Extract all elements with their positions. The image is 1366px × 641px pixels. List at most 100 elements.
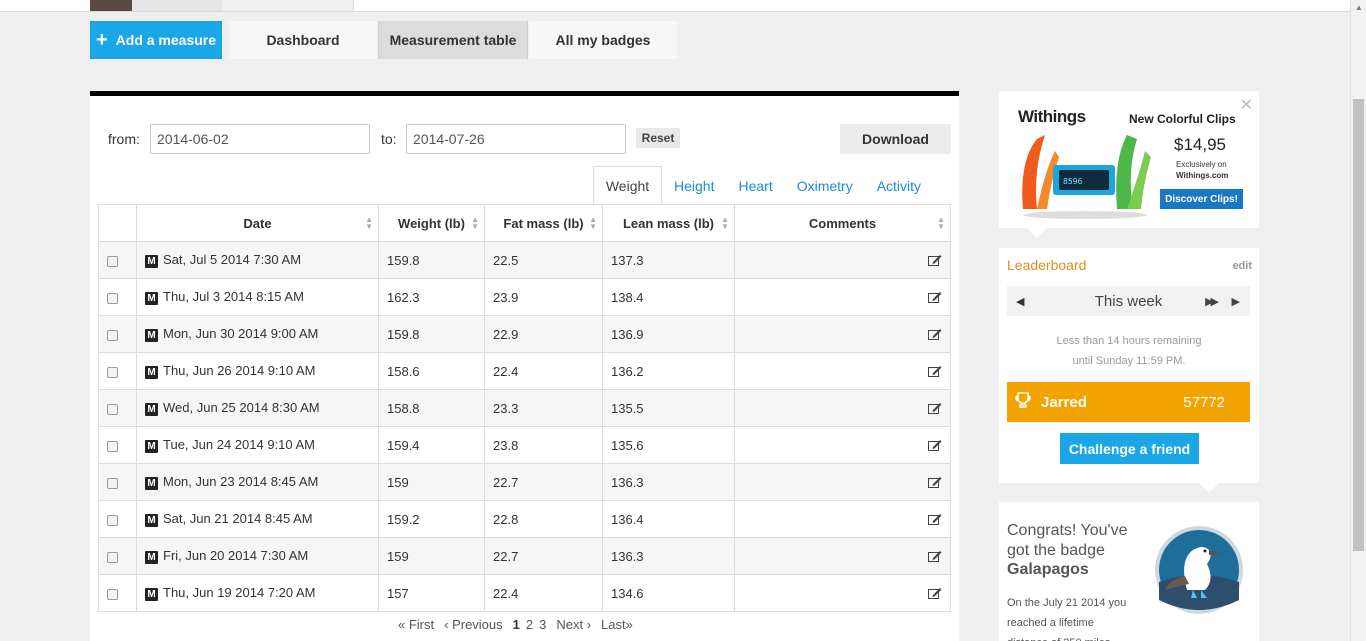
table-row[interactable]: M Thu, Jun 26 2014 9:10 AM 158.6 22.4 136.2 bbox=[98, 352, 951, 390]
edit-icon[interactable] bbox=[928, 365, 942, 377]
badge-line-1: Congrats! You've bbox=[1007, 522, 1128, 539]
page-link-2[interactable]: 2 bbox=[526, 617, 533, 632]
reset-button[interactable]: Reset bbox=[636, 128, 680, 148]
scroll-up-icon[interactable]: ▲ bbox=[1355, 3, 1363, 12]
fast-forward-icon[interactable]: ▶▶ bbox=[1205, 295, 1219, 308]
tab-heart[interactable]: Heart bbox=[726, 166, 784, 205]
sort-icon: ▲ ▼ bbox=[937, 215, 945, 231]
row-select-cell bbox=[98, 574, 137, 612]
badge-desc-line: reached a lifetime bbox=[1007, 617, 1094, 629]
comments-column-header[interactable]: Comments ▲ ▼ bbox=[734, 204, 951, 242]
table-row[interactable]: M Sat, Jun 21 2014 8:45 AM 159.2 22.8 136.4 bbox=[98, 500, 951, 538]
manual-entry-icon: M bbox=[145, 365, 158, 379]
edit-icon[interactable] bbox=[928, 402, 942, 414]
edit-icon[interactable] bbox=[928, 513, 942, 525]
table-row[interactable]: M Thu, Jun 19 2014 7:20 AM 157 22.4 134.6 bbox=[98, 574, 951, 612]
tab-activity[interactable]: Activity bbox=[865, 166, 933, 205]
manual-entry-icon: M bbox=[145, 513, 158, 527]
badge-line-2: got the badge bbox=[1007, 542, 1105, 559]
page-scrollbar[interactable]: ▲ bbox=[1350, 0, 1366, 641]
row-checkbox[interactable] bbox=[107, 292, 118, 304]
edit-icon[interactable] bbox=[928, 291, 942, 303]
weight-cell: 157 bbox=[378, 574, 485, 612]
row-checkbox[interactable] bbox=[107, 514, 118, 526]
date-column-header[interactable]: Date ▲ ▼ bbox=[136, 204, 379, 242]
clips-ad[interactable]: Withings ✕ New Colorful Clips $14,95 Exc… bbox=[999, 91, 1259, 228]
table-row[interactable]: M Mon, Jun 30 2014 9:00 AM 159.8 22.9 136.9 bbox=[98, 315, 951, 353]
row-checkbox[interactable] bbox=[107, 329, 118, 341]
edit-icon[interactable] bbox=[928, 254, 942, 266]
row-checkbox[interactable] bbox=[107, 403, 118, 415]
edit-icon[interactable] bbox=[928, 550, 942, 562]
remaining-deadline-text: until Sunday 11:59 PM. bbox=[1072, 355, 1186, 367]
comments-cell bbox=[734, 389, 951, 427]
leaderboard-edit-link[interactable]: edit bbox=[1232, 260, 1252, 272]
ad-price: $14,95 bbox=[1174, 135, 1226, 154]
from-date-input[interactable] bbox=[150, 124, 370, 154]
header-segment bbox=[132, 0, 222, 11]
row-checkbox[interactable] bbox=[107, 477, 118, 489]
edit-icon[interactable] bbox=[928, 439, 942, 451]
manual-entry-icon: M bbox=[145, 476, 158, 490]
row-select-cell bbox=[98, 315, 137, 353]
first-page-link[interactable]: « First bbox=[398, 617, 434, 632]
measurement-table-tab[interactable]: Measurement table bbox=[378, 21, 528, 59]
sort-icon: ▲ ▼ bbox=[589, 215, 597, 231]
close-icon[interactable]: ✕ bbox=[1240, 95, 1253, 115]
tab-oximetry[interactable]: Oximetry bbox=[785, 166, 865, 205]
lean-mass-cell: 136.4 bbox=[602, 500, 735, 538]
weight-cell: 159 bbox=[378, 463, 485, 501]
row-checkbox[interactable] bbox=[107, 440, 118, 452]
sort-icon: ▲ ▼ bbox=[721, 215, 729, 231]
download-button[interactable]: Download bbox=[840, 124, 951, 154]
galapagos-badge-icon[interactable] bbox=[1149, 520, 1249, 620]
leaderboard-title: Leaderboard bbox=[1007, 257, 1087, 273]
edit-icon[interactable] bbox=[928, 476, 942, 488]
lean-mass-column-header[interactable]: Lean mass (lb) ▲ ▼ bbox=[602, 204, 735, 242]
add-measure-label: Add a measure bbox=[115, 32, 217, 48]
manual-entry-icon: M bbox=[145, 587, 158, 601]
table-row[interactable]: M Mon, Jun 23 2014 8:45 AM 159 22.7 136.3 bbox=[98, 463, 951, 501]
clips-product-image: 8596 bbox=[1022, 135, 1151, 219]
pagination: « First ‹ Previous 1 2 3 Next › Last» bbox=[398, 617, 637, 632]
main-nav: + Add a measure Dashboard Measurement ta… bbox=[90, 21, 678, 59]
row-checkbox[interactable] bbox=[107, 588, 118, 600]
challenge-friend-button[interactable]: Challenge a friend bbox=[1060, 433, 1199, 464]
edit-icon[interactable] bbox=[928, 587, 942, 599]
row-checkbox[interactable] bbox=[107, 551, 118, 563]
add-measure-button[interactable]: + Add a measure bbox=[90, 21, 222, 59]
to-date-input[interactable] bbox=[406, 124, 626, 154]
week-selector: ◀ This week ▶▶ ▶ bbox=[1007, 286, 1250, 316]
page-link-3[interactable]: 3 bbox=[539, 617, 546, 632]
previous-page-link[interactable]: ‹ Previous bbox=[444, 617, 503, 632]
weight-column-header[interactable]: Weight (lb) ▲ ▼ bbox=[378, 204, 485, 242]
table-row[interactable]: M Thu, Jul 3 2014 8:15 AM 162.3 23.9 138.4 bbox=[98, 278, 951, 316]
fat-mass-column-header[interactable]: Fat mass (lb) ▲ ▼ bbox=[484, 204, 603, 242]
edit-icon[interactable] bbox=[928, 328, 942, 340]
table-row[interactable]: M Wed, Jun 25 2014 8:30 AM 158.8 23.3 135.5 bbox=[98, 389, 951, 427]
date-cell: M Thu, Jun 19 2014 7:20 AM bbox=[136, 574, 379, 612]
scrollbar-thumb[interactable] bbox=[1353, 99, 1364, 551]
leaderboard-pointer bbox=[1199, 483, 1219, 493]
comments-cell bbox=[734, 352, 951, 390]
date-filter: from: to: Reset Download bbox=[90, 120, 959, 160]
measurement-table: Date ▲ ▼ Weight (lb) ▲ ▼ Fat mass (lb) ▲ ▼ Lea… bbox=[98, 204, 951, 612]
lean-mass-cell: 136.3 bbox=[602, 463, 735, 501]
row-checkbox[interactable] bbox=[107, 255, 118, 267]
tab-weight[interactable]: Weight bbox=[593, 166, 662, 205]
page-link-1[interactable]: 1 bbox=[513, 617, 520, 632]
next-page-link[interactable]: Next › bbox=[556, 617, 591, 632]
discover-clips-button[interactable]: Discover Clips! bbox=[1160, 189, 1243, 209]
table-row[interactable]: M Tue, Jun 24 2014 9:10 AM 159.4 23.8 135.6 bbox=[98, 426, 951, 464]
tab-height[interactable]: Height bbox=[662, 166, 726, 205]
all-badges-tab[interactable]: All my badges bbox=[529, 21, 677, 59]
date-value: Thu, Jul 3 2014 8:15 AM bbox=[163, 289, 304, 305]
table-row[interactable]: M Sat, Jul 5 2014 7:30 AM 159.8 22.5 137.3 bbox=[98, 241, 951, 279]
comments-cell bbox=[734, 574, 951, 612]
table-row[interactable]: M Fri, Jun 20 2014 7:30 AM 159 22.7 136.3 bbox=[98, 537, 951, 575]
row-checkbox[interactable] bbox=[107, 366, 118, 378]
dashboard-tab[interactable]: Dashboard bbox=[229, 21, 377, 59]
profile-thumbnail[interactable] bbox=[90, 0, 132, 11]
last-page-link[interactable]: Last» bbox=[601, 617, 633, 632]
next-week-icon[interactable]: ▶ bbox=[1232, 295, 1240, 308]
